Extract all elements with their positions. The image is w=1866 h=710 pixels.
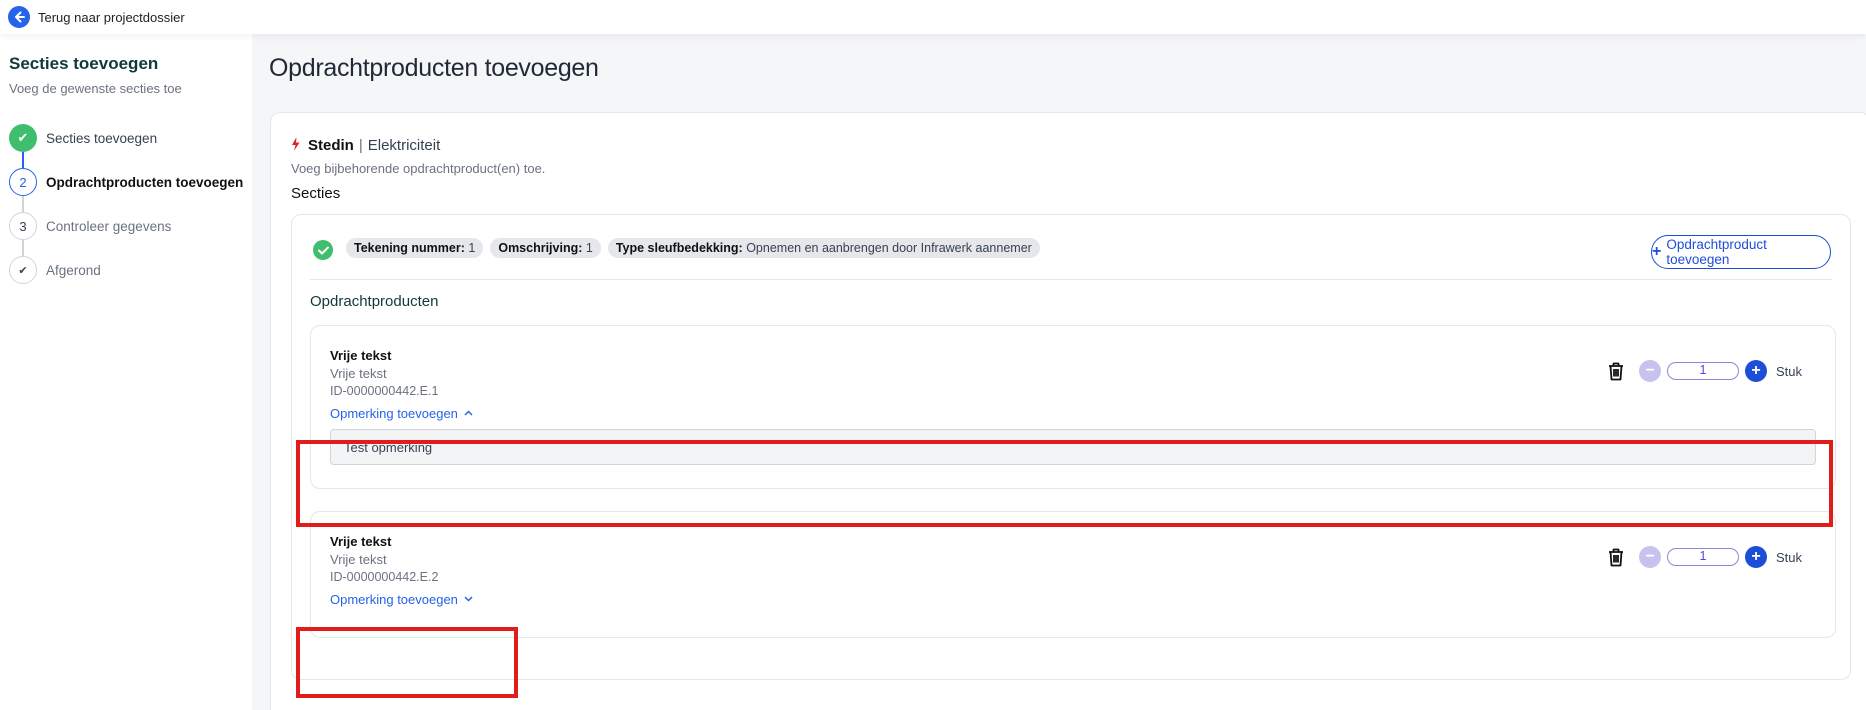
quantity-unit: Stuk (1775, 549, 1802, 565)
chevron-up-icon (464, 408, 473, 419)
chip-omschrijving: Omschrijving: 1 (490, 238, 601, 258)
section-box: Tekening nummer: 1 Omschrijving: 1 Type … (291, 214, 1851, 680)
page-title: Opdrachtproducten toevoegen (269, 54, 599, 82)
top-bar: Terug naar projectdossier (0, 0, 1866, 34)
step-label: Controleer gegevens (46, 218, 172, 234)
step-controleer-gegevens[interactable]: 3 Controleer gegevens (9, 204, 252, 256)
product-subtitle: Vrije tekst (330, 366, 387, 381)
quantity-field[interactable]: 1 (1666, 362, 1739, 380)
chip-value: Opnemen en aanbrengen door Infrawerk aan… (746, 241, 1032, 255)
quantity-controls: − 1 + Stuk (1605, 546, 1802, 568)
remark-toggle-label: Opmerking toevoegen (330, 592, 458, 607)
increase-quantity-button[interactable]: + (1744, 360, 1767, 382)
add-button-label: Opdrachtproduct toevoegen (1666, 237, 1767, 267)
stepper: ✔ Secties toevoegen 2 Opdrachtproducten … (9, 116, 252, 292)
remark-input[interactable] (330, 429, 1816, 465)
sidebar-subtitle: Voeg de gewenste secties toe (9, 81, 182, 96)
chevron-down-icon (464, 594, 473, 605)
provider-card: Stedin | Elektriciteit Voeg bijbehorende… (270, 112, 1866, 710)
remark-toggle[interactable]: Opmerking toevoegen (330, 592, 473, 607)
check-icon: ✔ (9, 124, 37, 152)
provider-header: Stedin | Elektriciteit (291, 137, 440, 154)
decrease-quantity-button[interactable]: − (1638, 546, 1661, 568)
chip-value: 1 (585, 241, 593, 255)
product-subtitle: Vrije tekst (330, 552, 387, 567)
products-heading: Opdrachtproducten (310, 293, 439, 310)
remark-toggle[interactable]: Opmerking toevoegen (330, 406, 473, 421)
product-title: Vrije tekst (330, 348, 392, 363)
lightning-icon (291, 137, 300, 154)
step-opdrachtproducten-toevoegen[interactable]: 2 Opdrachtproducten toevoegen (9, 160, 252, 212)
check-circle-icon (313, 240, 333, 260)
trash-icon[interactable] (1605, 360, 1627, 382)
step-label: Afgerond (46, 262, 101, 278)
remark-toggle-label: Opmerking toevoegen (330, 406, 458, 421)
add-opdrachtproduct-button[interactable]: + Opdrachtproduct toevoegen (1651, 235, 1831, 269)
divider (310, 279, 1832, 280)
step-label: Secties toevoegen (46, 130, 158, 146)
step-label: Opdrachtproducten toevoegen (46, 174, 244, 190)
chip-type-sleufbedekking: Type sleufbedekking: Opnemen en aanbreng… (607, 238, 1040, 258)
chip-key: Omschrijving: (498, 241, 583, 255)
step-number: 3 (9, 212, 37, 240)
product-id: ID-0000000442.E.1 (330, 384, 439, 398)
quantity-field[interactable]: 1 (1666, 548, 1739, 566)
chip-tekening-nummer: Tekening nummer: 1 (346, 238, 484, 258)
decrease-quantity-button[interactable]: − (1638, 360, 1661, 382)
sidebar: Secties toevoegen Voeg de gewenste secti… (0, 34, 252, 710)
chip-value: 1 (468, 241, 476, 255)
section-chips: Tekening nummer: 1 Omschrijving: 1 Type … (346, 238, 1040, 258)
step-number: 2 (9, 168, 37, 196)
secties-heading: Secties (291, 185, 341, 202)
increase-quantity-button[interactable]: + (1744, 546, 1767, 568)
plus-icon: + (1652, 243, 1662, 260)
provider-name: Stedin (308, 137, 354, 154)
back-link[interactable]: Terug naar projectdossier (38, 10, 185, 25)
product-id: ID-0000000442.E.2 (330, 570, 439, 584)
chip-key: Tekening nummer: (354, 241, 465, 255)
provider-separator: | (358, 137, 363, 154)
step-afgerond[interactable]: ✔ Afgerond (9, 248, 252, 292)
main-content: Opdrachtproducten toevoegen Stedin | Ele… (252, 34, 1866, 710)
product-title: Vrije tekst (330, 534, 392, 549)
check-icon: ✔ (9, 256, 37, 284)
product-card: Vrije tekst Vrije tekst ID-0000000442.E.… (310, 511, 1836, 638)
product-card: Vrije tekst Vrije tekst ID-0000000442.E.… (310, 325, 1836, 489)
chip-key: Type sleufbedekking: (615, 241, 743, 255)
quantity-controls: − 1 + Stuk (1605, 360, 1802, 382)
sidebar-title: Secties toevoegen (9, 54, 159, 73)
quantity-unit: Stuk (1775, 363, 1802, 379)
provider-type: Elektriciteit (367, 137, 441, 154)
step-secties-toevoegen[interactable]: ✔ Secties toevoegen (9, 116, 252, 168)
back-arrow-icon[interactable] (8, 6, 30, 28)
trash-icon[interactable] (1605, 546, 1627, 568)
provider-subtitle: Voeg bijbehorende opdrachtproduct(en) to… (291, 161, 546, 176)
